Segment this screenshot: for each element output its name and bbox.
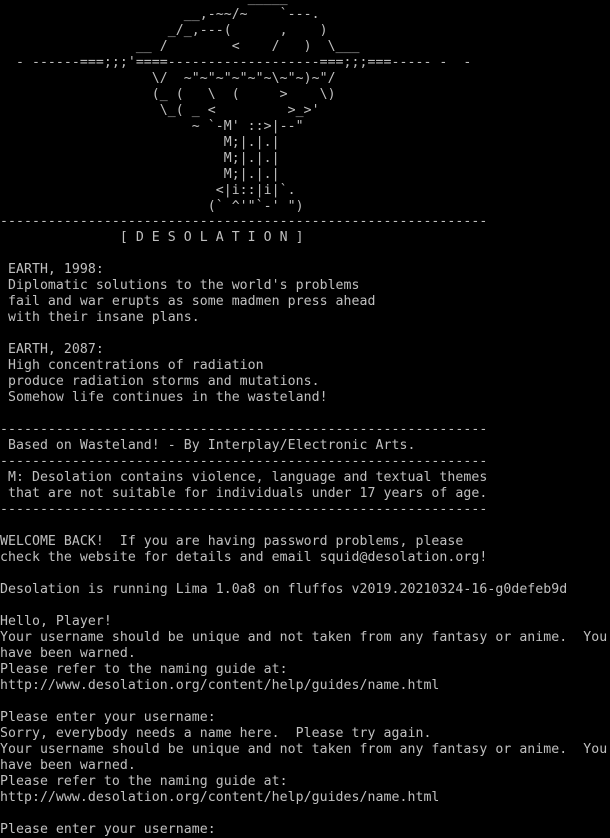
naming-guide-link[interactable]: http://www.desolation.org/content/help/g…: [0, 790, 610, 806]
output-line: High concentrations of radiation: [0, 358, 264, 373]
art-line: \/ ~"~"~"~"~"~\~"~)~"/: [0, 71, 336, 86]
art-line: (` ^'"`-' "): [0, 199, 304, 214]
output-line: Your username should be unique and not t…: [0, 630, 608, 645]
output-line: Please refer to the naming guide at:: [0, 662, 288, 677]
mushroom-cloud-ascii-art: _____ __,-~~/~ `---. _/_,---( , ) __ / <…: [0, 0, 610, 215]
game-title: [ D E S O L A T I O N ]: [0, 230, 304, 245]
art-line: M;|.|.|: [0, 167, 280, 182]
output-line: EARTH, 2087:: [0, 342, 104, 357]
art-line: ~ `-M' ::>|--": [0, 119, 304, 134]
output-line: that are not suitable for individuals un…: [0, 486, 488, 501]
art-line: - ------===;;;'====-------------------==…: [0, 55, 472, 70]
divider-line: ----------------------------------------…: [0, 422, 488, 437]
art-line: \_( _ < >_>': [0, 103, 320, 118]
divider-line: ----------------------------------------…: [0, 214, 488, 229]
output-line: produce radiation storms and mutations.: [0, 374, 320, 389]
output-line: Diplomatic solutions to the world's prob…: [0, 278, 360, 293]
output-line: Somehow life continues in the wasteland!: [0, 390, 328, 405]
terminal-output: ----------------------------------------…: [0, 214, 610, 838]
art-line: __ / < / ) \___: [0, 39, 360, 54]
art-line: <|i::|i|`.: [0, 183, 296, 198]
art-line: M;|.|.|: [0, 135, 280, 150]
output-line: Sorry, everybody needs a name here. Plea…: [0, 726, 432, 741]
output-line: Hello, Player!: [0, 614, 112, 629]
output-line: with their insane plans.: [0, 310, 200, 325]
art-line: __,-~~/~ `---.: [0, 7, 320, 22]
art-line: M;|.|.|: [0, 151, 280, 166]
divider-line: ----------------------------------------…: [0, 502, 488, 517]
output-line: check the website for details and email …: [0, 550, 488, 565]
naming-guide-link[interactable]: http://www.desolation.org/content/help/g…: [0, 678, 610, 694]
output-line: fail and war erupts as some madmen press…: [0, 294, 376, 309]
output-line: Your username should be unique and not t…: [0, 742, 608, 757]
art-line: (_ ( \ ( > \): [0, 87, 336, 102]
output-line: M: Desolation contains violence, languag…: [0, 470, 488, 485]
terminal-window[interactable]: _____ __,-~~/~ `---. _/_,---( , ) __ / <…: [0, 0, 610, 838]
output-line: have been warned.: [0, 758, 136, 773]
username-prompt[interactable]: Please enter your username:: [0, 822, 610, 838]
output-line: have been warned.: [0, 646, 136, 661]
output-line: Based on Wasteland! - By Interplay/Elect…: [0, 438, 416, 453]
output-line: EARTH, 1998:: [0, 262, 104, 277]
art-line: _/_,---( , ): [0, 23, 328, 38]
art-line: _____: [0, 0, 610, 7]
output-line: Desolation is running Lima 1.0a8 on fluf…: [0, 582, 568, 597]
output-line: Please enter your username:: [0, 710, 216, 725]
output-line: WELCOME BACK! If you are having password…: [0, 534, 464, 549]
divider-line: ----------------------------------------…: [0, 454, 488, 469]
output-line: Please refer to the naming guide at:: [0, 774, 288, 789]
